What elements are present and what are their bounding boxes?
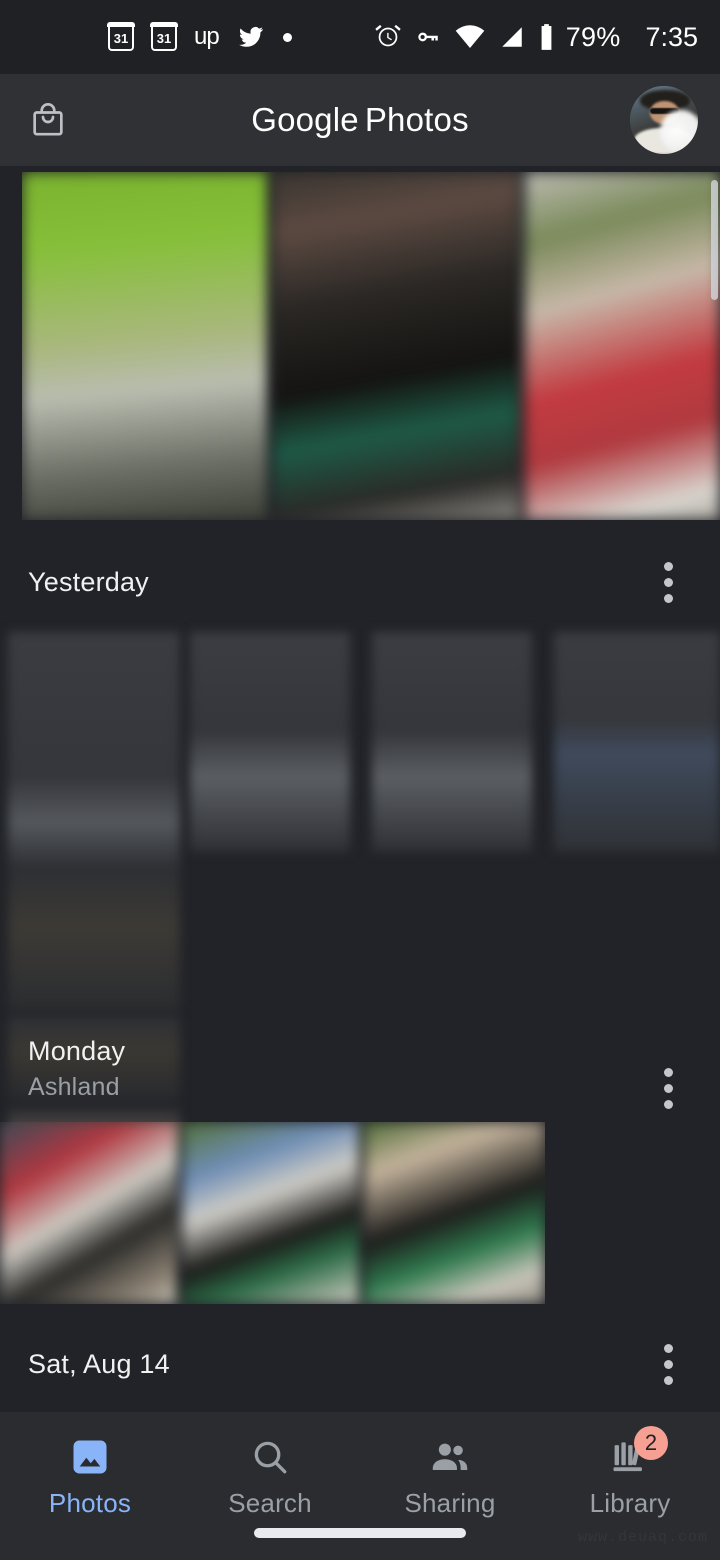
nav-item-library[interactable]: 2 Library (540, 1426, 720, 1519)
photo-thumbnail[interactable] (364, 1122, 545, 1304)
people-icon (428, 1434, 472, 1480)
nav-item-search[interactable]: Search (180, 1434, 360, 1519)
gesture-nav-handle[interactable] (254, 1528, 466, 1538)
photos-feed[interactable]: Yesterday Monday Ashland Sat, Aug 14 (0, 166, 720, 1412)
photo-thumbnail[interactable] (8, 632, 180, 1012)
photo-thumbnail[interactable] (372, 632, 532, 852)
app-title-photos: Photos (364, 101, 469, 138)
wifi-icon (455, 25, 485, 49)
photo-thumbnail[interactable] (273, 172, 520, 520)
nav-label-library: Library (589, 1488, 671, 1518)
status-bar-clock: 7:35 (645, 21, 698, 52)
nav-label-search: Search (228, 1488, 312, 1518)
photo-library-icon (68, 1434, 112, 1480)
calendar-icon: 31 (107, 22, 135, 51)
section-title: Monday (28, 1036, 126, 1066)
photo-strip-top[interactable] (22, 172, 720, 520)
horizontal-scroll-indicator[interactable] (711, 180, 718, 300)
library-badge: 2 (634, 1426, 668, 1460)
calendar-icon-day: 31 (113, 31, 129, 46)
status-bar-system-icons: 79% 7:35 (374, 22, 698, 53)
page-title: Google Photos (0, 101, 720, 139)
photo-thumbnail[interactable] (554, 632, 720, 852)
status-bar-notification-icons: 31 31 up (107, 22, 292, 51)
more-options-icon[interactable] (644, 552, 692, 612)
twitter-icon (238, 27, 263, 47)
section-title: Yesterday (28, 566, 149, 597)
avatar[interactable] (630, 86, 698, 154)
section-subtitle: Ashland (28, 1073, 120, 1101)
photo-strip-monday[interactable] (0, 1122, 545, 1304)
section-header-texts: Sat, Aug 14 (28, 1349, 170, 1380)
shopping-bag-icon[interactable] (26, 98, 70, 142)
library-books-icon: 2 (608, 1426, 668, 1480)
google-photos-app: 31 31 up 79% 7:35 Google Photos Yesterda… (0, 0, 720, 1560)
watermark: www.deuaq.com (577, 1529, 708, 1546)
battery-icon (541, 24, 552, 50)
nav-label-sharing: Sharing (404, 1488, 496, 1518)
cellular-signal-icon (502, 27, 522, 47)
section-header-sat-aug-14: Sat, Aug 14 (0, 1326, 720, 1402)
section-header-texts: Monday Ashland (28, 1036, 125, 1102)
photo-thumbnail[interactable] (0, 1122, 178, 1304)
photo-thumbnail[interactable] (22, 172, 269, 520)
search-icon (249, 1434, 291, 1480)
app-title-google: Google (251, 101, 359, 138)
battery-percentage: 79% (565, 21, 621, 52)
photo-thumbnail[interactable] (190, 632, 350, 852)
alarm-icon (375, 24, 401, 47)
photo-thumbnail[interactable] (524, 172, 720, 520)
nav-label-photos: Photos (48, 1488, 132, 1518)
more-options-icon[interactable] (644, 1334, 692, 1394)
section-header-yesterday: Yesterday (0, 544, 720, 620)
nav-item-photos[interactable]: Photos (0, 1434, 180, 1519)
section-header-monday: Monday Ashland (0, 1022, 720, 1132)
bottom-navigation[interactable]: Photos Search Sharing 2 Library www.deua… (0, 1412, 720, 1560)
nav-item-sharing[interactable]: Sharing (360, 1434, 540, 1519)
key-icon (418, 32, 438, 42)
photo-thumbnail[interactable] (182, 1122, 360, 1304)
calendar-icon-2: 31 (150, 22, 178, 51)
dot-icon (282, 32, 292, 42)
section-title: Sat, Aug 14 (28, 1348, 170, 1379)
more-options-icon[interactable] (644, 1058, 692, 1118)
app-bar: Google Photos (0, 74, 720, 166)
status-bar: 31 31 up 79% 7:35 (0, 0, 720, 74)
upwork-icon: up (194, 23, 220, 50)
calendar-icon-2-day: 31 (156, 31, 172, 46)
section-header-texts: Yesterday (28, 567, 149, 598)
